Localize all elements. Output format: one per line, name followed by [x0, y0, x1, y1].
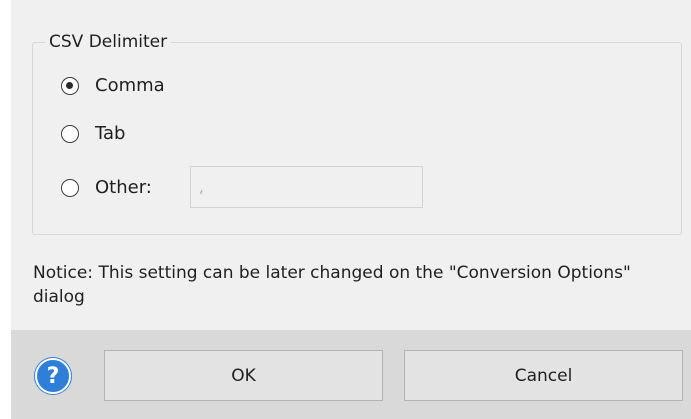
question-mark-glyph: ?: [46, 363, 60, 389]
csv-delimiter-groupbox: CSV Delimiter Comma Tab Other:: [32, 31, 682, 235]
tab-option[interactable]: Tab: [61, 123, 125, 145]
comma-option[interactable]: Comma: [61, 75, 165, 97]
notice-text: Notice: This setting can be later change…: [33, 263, 631, 307]
other-option[interactable]: Other:: [61, 177, 152, 199]
comma-radio[interactable]: [61, 77, 79, 95]
dialog-footer: ? OK Cancel: [11, 330, 691, 419]
tab-radio[interactable]: [61, 125, 79, 143]
cancel-button[interactable]: Cancel: [404, 350, 683, 401]
tab-label[interactable]: Tab: [95, 123, 125, 145]
other-label[interactable]: Other:: [95, 177, 152, 199]
ok-button[interactable]: OK: [104, 350, 383, 401]
help-icon[interactable]: ?: [35, 358, 71, 394]
csv-delimiter-dialog: CSV Delimiter Comma Tab Other: Notice: T…: [11, 0, 691, 419]
other-radio[interactable]: [61, 179, 79, 197]
other-delimiter-input[interactable]: [190, 166, 423, 208]
comma-label[interactable]: Comma: [95, 75, 165, 97]
group-title: CSV Delimiter: [45, 31, 172, 53]
